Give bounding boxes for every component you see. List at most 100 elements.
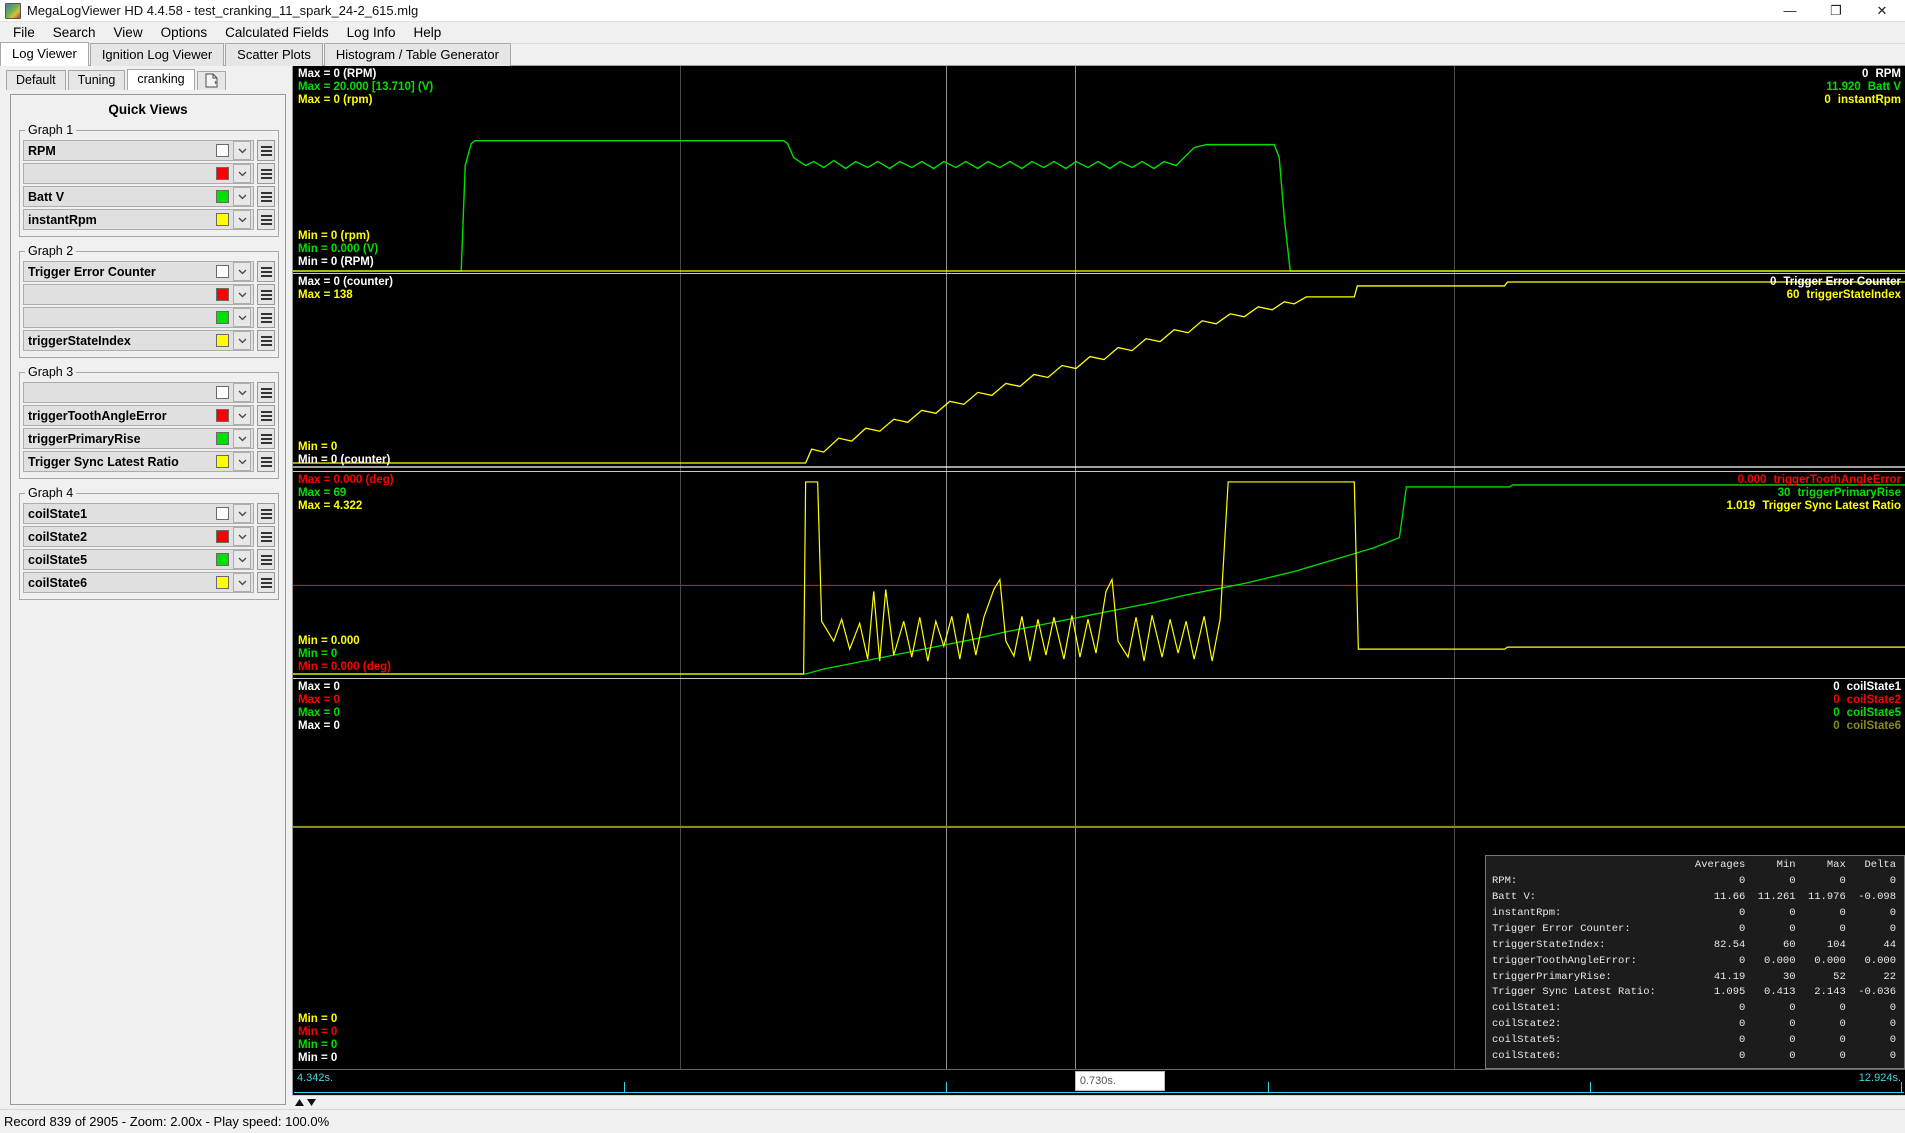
scroll-arrows[interactable] [294, 1098, 317, 1107]
channel-coilstate1[interactable]: coilState1 [23, 503, 254, 524]
channel-instantrpm[interactable]: instantRpm [23, 209, 254, 230]
chevron-down-icon[interactable] [233, 550, 251, 569]
color-swatch[interactable] [216, 507, 229, 520]
menu-log-info[interactable]: Log Info [338, 23, 405, 42]
channel-menu-icon[interactable] [257, 209, 275, 230]
chevron-down-icon[interactable] [233, 141, 251, 160]
chart-graph-2[interactable]: Max = 0 (counter) Max = 138 Min = 0 Min … [293, 274, 1905, 472]
timeline-window[interactable]: 0.730s. [1074, 1071, 1165, 1091]
channel-menu-icon[interactable] [257, 503, 275, 524]
channel-g3-empty-white[interactable] [23, 382, 254, 403]
chevron-down-icon[interactable] [233, 187, 251, 206]
menu-calculated-fields[interactable]: Calculated Fields [216, 23, 338, 42]
channel-triggerprimaryrise[interactable]: triggerPrimaryRise [23, 428, 254, 449]
timeline-scrubber[interactable]: 4.342s. 12.924s. 0.730s. [292, 1069, 1905, 1095]
color-swatch[interactable] [216, 288, 229, 301]
chevron-down-icon[interactable] [233, 406, 251, 425]
chevron-down-icon[interactable] [233, 504, 251, 523]
channel-triggertoothangleerror[interactable]: triggerToothAngleError [23, 405, 254, 426]
chevron-down-icon[interactable] [233, 164, 251, 183]
color-swatch[interactable] [216, 213, 229, 226]
color-swatch[interactable] [216, 190, 229, 203]
subtab-cranking[interactable]: cranking [127, 69, 195, 90]
menu-view[interactable]: View [105, 23, 152, 42]
channel-g2-empty-green[interactable] [23, 307, 254, 328]
channel-menu-icon[interactable] [257, 428, 275, 449]
channel-menu-icon[interactable] [257, 163, 275, 184]
channel-menu-icon[interactable] [257, 140, 275, 161]
chevron-down-icon[interactable] [233, 527, 251, 546]
chevron-down-icon[interactable] [233, 308, 251, 327]
channel-row[interactable]: Trigger Error Counter [23, 261, 275, 282]
color-swatch[interactable] [216, 265, 229, 278]
channel-row[interactable]: coilState6 [23, 572, 275, 593]
color-swatch[interactable] [216, 530, 229, 543]
color-swatch[interactable] [216, 455, 229, 468]
menu-help[interactable]: Help [404, 23, 450, 42]
channel-g2-empty-red[interactable] [23, 284, 254, 305]
chevron-down-icon[interactable] [233, 383, 251, 402]
channel-row[interactable] [23, 284, 275, 305]
channel-row[interactable] [23, 307, 275, 328]
tab-histogram-table-generator[interactable]: Histogram / Table Generator [323, 43, 511, 66]
channel-row[interactable]: coilState2 [23, 526, 275, 547]
chevron-down-icon[interactable] [233, 210, 251, 229]
channel-row[interactable]: Batt V [23, 186, 275, 207]
channel-menu-icon[interactable] [257, 382, 275, 403]
channel-g1-empty-red[interactable] [23, 163, 254, 184]
channel-menu-icon[interactable] [257, 526, 275, 547]
subtab-tuning[interactable]: Tuning [67, 70, 126, 90]
menu-options[interactable]: Options [152, 23, 217, 42]
chevron-down-icon[interactable] [233, 331, 251, 350]
channel-row[interactable]: coilState1 [23, 503, 275, 524]
color-swatch[interactable] [216, 167, 229, 180]
color-swatch[interactable] [216, 409, 229, 422]
chevron-down-icon[interactable] [233, 262, 251, 281]
channel-row[interactable]: triggerPrimaryRise [23, 428, 275, 449]
channel-trigger-error-counter[interactable]: Trigger Error Counter [23, 261, 254, 282]
channel-trigger-sync-latest-ratio[interactable]: Trigger Sync Latest Ratio [23, 451, 254, 472]
channel-menu-icon[interactable] [257, 284, 275, 305]
color-swatch[interactable] [216, 144, 229, 157]
channel-coilstate2[interactable]: coilState2 [23, 526, 254, 547]
chart-graph-4[interactable]: Max = 0 Max = 0 Max = 0 Max = 0 Min = 0 … [293, 679, 1905, 1069]
color-swatch[interactable] [216, 386, 229, 399]
tab-scatter-plots[interactable]: Scatter Plots [225, 43, 323, 66]
close-icon[interactable]: ✕ [1859, 0, 1905, 21]
chart-graph-1[interactable]: Max = 0 (RPM) Max = 20.000 [13.710] (V) … [293, 66, 1905, 274]
channel-menu-icon[interactable] [257, 572, 275, 593]
channel-menu-icon[interactable] [257, 307, 275, 328]
tab-ignition-log-viewer[interactable]: Ignition Log Viewer [89, 43, 225, 66]
channel-menu-icon[interactable] [257, 261, 275, 282]
channel-batt-v[interactable]: Batt V [23, 186, 254, 207]
color-swatch[interactable] [216, 432, 229, 445]
color-swatch[interactable] [216, 334, 229, 347]
maximize-icon[interactable]: ❐ [1813, 0, 1859, 21]
channel-row[interactable]: instantRpm [23, 209, 275, 230]
channel-row[interactable] [23, 382, 275, 403]
chevron-down-icon[interactable] [233, 429, 251, 448]
channel-menu-icon[interactable] [257, 405, 275, 426]
chart-graph-3[interactable]: Max = 0.000 (deg) Max = 69 Max = 4.322 M… [293, 472, 1905, 679]
new-view-button[interactable] [196, 71, 226, 90]
channel-rpm[interactable]: RPM [23, 140, 254, 161]
minimize-icon[interactable]: — [1767, 0, 1813, 21]
channel-row[interactable]: triggerStateIndex [23, 330, 275, 351]
channel-menu-icon[interactable] [257, 451, 275, 472]
color-swatch[interactable] [216, 576, 229, 589]
channel-row[interactable] [23, 163, 275, 184]
color-swatch[interactable] [216, 553, 229, 566]
chevron-down-icon[interactable] [233, 285, 251, 304]
tab-log-viewer[interactable]: Log Viewer [0, 42, 89, 66]
chevron-down-icon[interactable] [233, 452, 251, 471]
subtab-default[interactable]: Default [6, 70, 66, 90]
channel-coilstate6[interactable]: coilState6 [23, 572, 254, 593]
channel-coilstate5[interactable]: coilState5 [23, 549, 254, 570]
channel-menu-icon[interactable] [257, 330, 275, 351]
channel-row[interactable]: coilState5 [23, 549, 275, 570]
channel-triggerstateindex[interactable]: triggerStateIndex [23, 330, 254, 351]
channel-menu-icon[interactable] [257, 186, 275, 207]
channel-row[interactable]: Trigger Sync Latest Ratio [23, 451, 275, 472]
menu-file[interactable]: File [4, 23, 44, 42]
channel-row[interactable]: RPM [23, 140, 275, 161]
